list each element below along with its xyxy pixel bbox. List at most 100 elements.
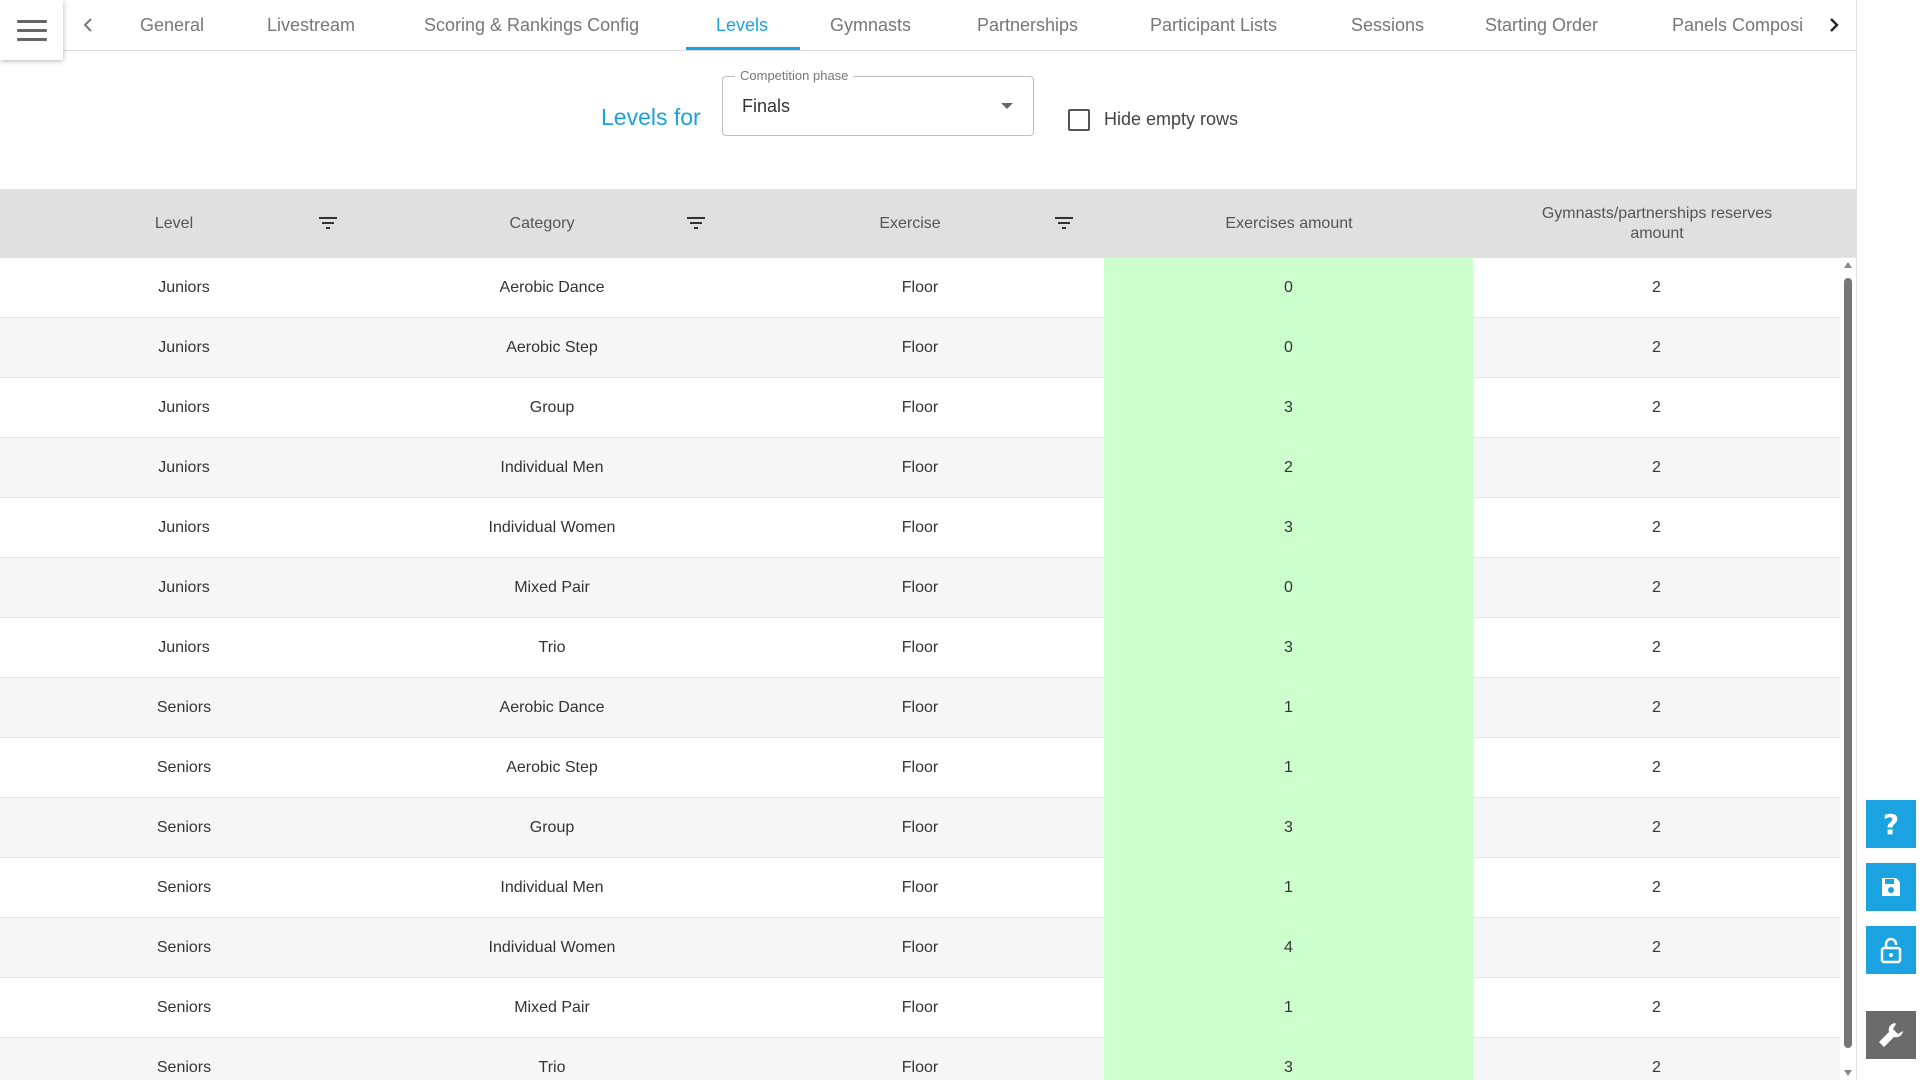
tab-gymnasts[interactable]: Gymnasts (830, 0, 911, 50)
cell-reserves-amount: 2 (1652, 1059, 1661, 1076)
tabs-next-button[interactable] (1812, 0, 1856, 50)
tools-button[interactable] (1866, 1011, 1916, 1059)
tab-sessions[interactable]: Sessions (1351, 0, 1424, 50)
cell-reserves-amount: 2 (1652, 459, 1661, 476)
table-row[interactable]: Seniors Group Floor 3 2 (0, 798, 1840, 858)
table-row[interactable]: Juniors Individual Men Floor 2 2 (0, 438, 1840, 498)
table-row[interactable]: Seniors Mixed Pair Floor 1 2 (0, 978, 1840, 1038)
cell-exercises-amount[interactable]: 2 (1104, 438, 1473, 498)
tab-scoring-rankings-config[interactable]: Scoring & Rankings Config (424, 0, 639, 50)
cell-level: Juniors (158, 339, 210, 356)
chevron-left-icon (83, 18, 92, 32)
filter-category-icon[interactable] (686, 214, 706, 232)
cell-category: Individual Men (500, 459, 604, 476)
cell-exercises-amount[interactable]: 1 (1104, 678, 1473, 738)
cell-category: Aerobic Dance (499, 279, 605, 296)
cell-exercises-amount[interactable]: 0 (1104, 258, 1473, 318)
cell-exercise: Floor (901, 399, 939, 416)
table-row[interactable]: Seniors Individual Men Floor 1 2 (0, 858, 1840, 918)
cell-reserves-amount: 2 (1652, 339, 1661, 356)
cell-exercises-amount[interactable]: 0 (1104, 318, 1473, 378)
tab-partnerships[interactable]: Partnerships (977, 0, 1078, 50)
cell-exercises-amount[interactable]: 3 (1104, 798, 1473, 858)
cell-exercises-amount[interactable]: 3 (1104, 1038, 1473, 1080)
tabs-prev-button[interactable] (73, 0, 103, 50)
cell-exercises-amount[interactable]: 3 (1104, 618, 1473, 678)
column-header-exercise: Exercise (879, 214, 941, 232)
cell-category: Trio (538, 1059, 566, 1076)
cell-level: Juniors (158, 579, 210, 596)
cell-exercises-amount[interactable]: 1 (1104, 738, 1473, 798)
chevron-right-icon (1830, 18, 1839, 32)
help-button[interactable]: ? (1866, 800, 1916, 848)
unlock-button[interactable] (1866, 926, 1916, 974)
competition-phase-label: Competition phase (735, 68, 854, 83)
cell-category: Group (529, 399, 575, 416)
filter-exercise-icon[interactable] (1054, 214, 1074, 232)
cell-category: Group (529, 819, 575, 836)
cell-exercise: Floor (901, 939, 939, 956)
cell-exercises-amount[interactable]: 0 (1104, 558, 1473, 618)
cell-exercise: Floor (901, 699, 939, 716)
caret-down-icon (1001, 103, 1013, 109)
table-row[interactable]: Seniors Trio Floor 3 2 (0, 1038, 1840, 1080)
cell-level: Seniors (156, 699, 212, 716)
competition-phase-value: Finals (742, 96, 791, 116)
cell-category: Aerobic Step (506, 339, 598, 356)
menu-button[interactable] (0, 0, 63, 60)
hide-empty-rows-label[interactable]: Hide empty rows (1104, 109, 1238, 130)
scroll-thumb[interactable] (1844, 278, 1852, 1048)
cell-reserves-amount: 2 (1652, 279, 1661, 296)
cell-category: Mixed Pair (514, 579, 590, 596)
table-row[interactable]: Seniors Aerobic Step Floor 1 2 (0, 738, 1840, 798)
cell-exercises-amount[interactable]: 1 (1104, 858, 1473, 918)
tab-participant-lists[interactable]: Participant Lists (1150, 0, 1277, 50)
tab-panels-composition[interactable]: Panels Composi (1672, 0, 1803, 50)
filter-level-icon[interactable] (318, 214, 338, 232)
cell-exercise: Floor (901, 879, 939, 896)
svg-text:?: ? (1883, 809, 1899, 839)
cell-exercises-amount[interactable]: 3 (1104, 498, 1473, 558)
wrench-icon (1879, 1023, 1903, 1047)
tab-starting-order[interactable]: Starting Order (1485, 0, 1598, 50)
table-row[interactable]: Juniors Aerobic Step Floor 0 2 (0, 318, 1840, 378)
cell-category: Individual Men (500, 879, 604, 896)
cell-exercise: Floor (901, 639, 939, 656)
tab-general[interactable]: General (140, 0, 204, 50)
competition-phase-select[interactable]: Competition phase Finals (722, 68, 1034, 136)
cell-level: Juniors (158, 519, 210, 536)
levels-for-label: Levels for (601, 104, 701, 130)
scroll-up-icon[interactable] (1844, 262, 1852, 268)
cell-reserves-amount: 2 (1652, 399, 1661, 416)
table-row[interactable]: Seniors Aerobic Dance Floor 1 2 (0, 678, 1840, 738)
cell-reserves-amount: 2 (1652, 999, 1661, 1016)
cell-reserves-amount: 2 (1652, 939, 1661, 956)
tab-livestream[interactable]: Livestream (267, 0, 355, 50)
cell-level: Seniors (156, 879, 212, 896)
table-scrollbar[interactable] (1840, 258, 1856, 1080)
active-tab-indicator (686, 47, 800, 50)
cell-exercises-amount[interactable]: 4 (1104, 918, 1473, 978)
hide-empty-rows-checkbox[interactable] (1068, 109, 1090, 131)
column-header-reserves-amount: Gymnasts/partnerships reserves amount (1541, 204, 1773, 242)
table-row[interactable]: Juniors Aerobic Dance Floor 0 2 (0, 258, 1840, 318)
save-button[interactable] (1866, 863, 1916, 911)
right-action-rail: ? (1856, 0, 1920, 1080)
table-row[interactable]: Seniors Individual Women Floor 4 2 (0, 918, 1840, 978)
table-header: Level Category Exercise Exercises amount… (0, 189, 1856, 258)
cell-category: Aerobic Dance (499, 699, 605, 716)
table-row[interactable]: Juniors Group Floor 3 2 (0, 378, 1840, 438)
cell-reserves-amount: 2 (1652, 579, 1661, 596)
table-row[interactable]: Juniors Mixed Pair Floor 0 2 (0, 558, 1840, 618)
cell-exercises-amount[interactable]: 1 (1104, 978, 1473, 1038)
tab-levels[interactable]: Levels (716, 0, 768, 50)
column-header-category: Category (509, 214, 575, 232)
cell-category: Individual Women (488, 939, 616, 956)
cell-exercises-amount[interactable]: 3 (1104, 378, 1473, 438)
save-icon (1882, 878, 1900, 896)
scroll-down-icon[interactable] (1844, 1070, 1852, 1076)
table-row[interactable]: Juniors Individual Women Floor 3 2 (0, 498, 1840, 558)
cell-level: Juniors (158, 459, 210, 476)
cell-exercise: Floor (901, 459, 939, 476)
table-row[interactable]: Juniors Trio Floor 3 2 (0, 618, 1840, 678)
